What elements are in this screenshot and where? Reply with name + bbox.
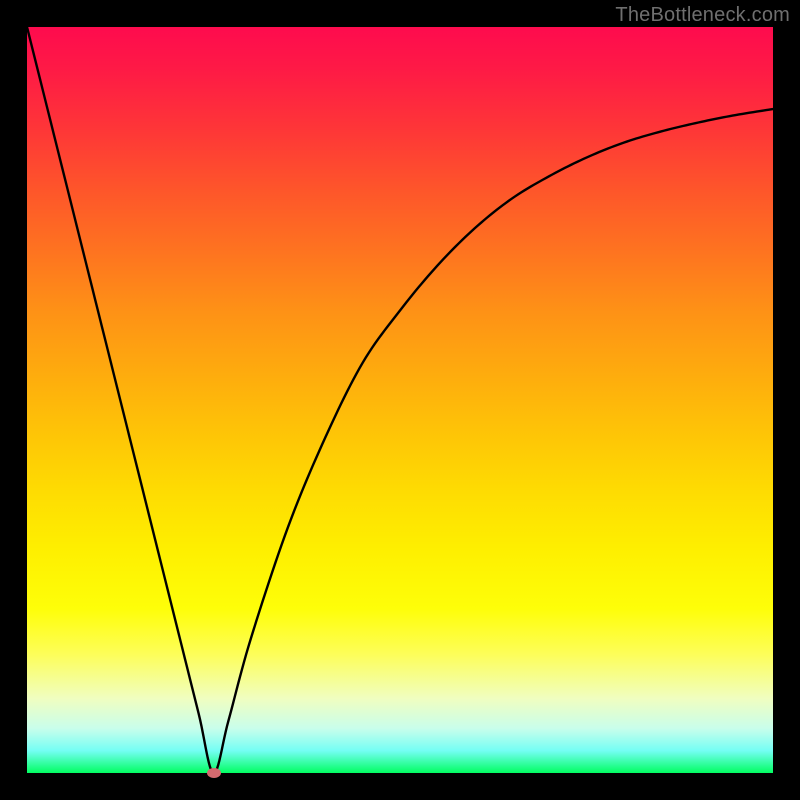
bottleneck-curve-path [27, 27, 773, 773]
minimum-marker [207, 768, 221, 778]
chart-area [27, 27, 773, 773]
watermark-text: TheBottleneck.com [615, 4, 790, 27]
chart-svg [27, 27, 773, 773]
